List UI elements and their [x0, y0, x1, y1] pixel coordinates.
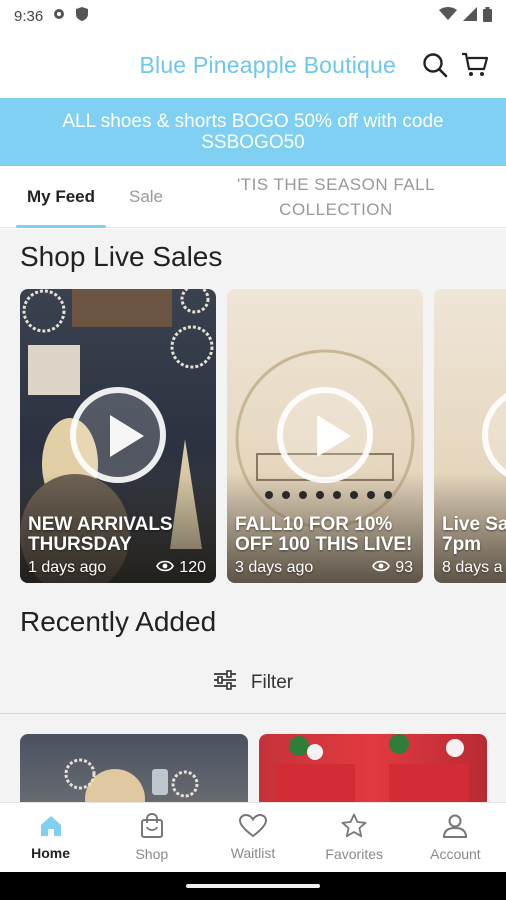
dot	[282, 491, 290, 499]
live-sale-card[interactable]: Live Sa 7pm 8 days a	[434, 289, 506, 583]
live-sales-carousel[interactable]: NEW ARRIVALS THURSDAY 1 days ago 120 FAL…	[20, 289, 506, 583]
feed-content[interactable]: Shop Live Sales NEW ARRIVALS THURSDAY 1 …	[0, 229, 506, 802]
nav-label: Shop	[135, 846, 169, 862]
tab-label: Sale	[128, 186, 164, 206]
promo-line-1: ALL shoes & shorts BOGO 50% off with cod…	[62, 111, 444, 132]
dot	[350, 491, 358, 499]
status-left: 9:36	[14, 6, 89, 26]
play-icon[interactable]	[482, 387, 506, 483]
tab-sale[interactable]: Sale	[106, 166, 186, 228]
card-meta: 1 days ago 120	[28, 559, 206, 577]
eye-icon	[156, 559, 175, 577]
card-title: Live Sa 7pm	[442, 514, 506, 555]
dot	[367, 491, 375, 499]
play-icon[interactable]	[70, 387, 166, 483]
settings-icon	[51, 6, 67, 26]
dot	[333, 491, 341, 499]
product-card[interactable]	[259, 734, 487, 802]
dot	[316, 491, 324, 499]
cell-signal-icon	[463, 7, 477, 25]
nav-favorites[interactable]: Favorites	[304, 803, 405, 872]
view-count: 93	[395, 559, 413, 576]
live-sale-card[interactable]: FALL10 FOR 10% OFF 100 THIS LIVE! 3 days…	[227, 289, 423, 583]
product-image	[64, 758, 199, 802]
tab-my-feed[interactable]: My Feed	[0, 166, 106, 228]
tab-season-collection[interactable]: 'TIS THE SEASON FALL COLLECTION	[186, 166, 486, 228]
tab-label: My Feed	[26, 186, 96, 206]
status-bar: 9:36	[0, 0, 506, 32]
section-title-live-sales: Shop Live Sales	[20, 241, 223, 272]
nav-account[interactable]: Account	[405, 803, 506, 872]
bag-icon	[139, 812, 165, 842]
eye-icon	[372, 559, 391, 577]
status-right	[439, 6, 492, 26]
heart-icon	[238, 813, 268, 841]
carousel-dots	[265, 491, 392, 499]
system-gesture-bar	[0, 872, 506, 900]
search-icon[interactable]	[418, 48, 452, 82]
card-age: 1 days ago	[28, 559, 107, 576]
home-gesture-handle[interactable]	[186, 884, 320, 888]
product-image	[275, 734, 469, 802]
view-count: 120	[179, 559, 206, 576]
nav-home[interactable]: Home	[0, 803, 101, 872]
app-header: Blue Pineapple Boutique	[0, 32, 506, 98]
dot	[299, 491, 307, 499]
filter-label: Filter	[250, 672, 294, 693]
card-age: 3 days ago	[235, 559, 314, 576]
nav-label: Home	[31, 845, 71, 861]
person-icon	[442, 813, 468, 842]
card-views: 120	[156, 559, 206, 577]
star-icon	[341, 813, 367, 842]
status-time: 9:36	[14, 7, 44, 25]
card-title: FALL10 FOR 10% OFF 100 THIS LIVE!	[235, 514, 413, 555]
battery-icon	[483, 6, 492, 26]
feed-tabs: My Feed Sale 'TIS THE SEASON FALL COLLEC…	[0, 166, 506, 228]
filter-button[interactable]: Filter	[0, 661, 506, 705]
brand-title[interactable]: Blue Pineapple Boutique	[139, 52, 396, 79]
sliders-icon	[213, 670, 237, 696]
home-icon	[38, 814, 64, 841]
dot	[265, 491, 273, 499]
wifi-icon	[439, 7, 457, 25]
card-views: 93	[372, 559, 413, 577]
section-divider	[0, 713, 506, 714]
card-meta: 3 days ago 93	[235, 559, 413, 577]
nav-waitlist[interactable]: Waitlist	[202, 803, 303, 872]
card-title: NEW ARRIVALS THURSDAY	[28, 514, 173, 555]
tab-label-line-2: COLLECTION	[279, 199, 393, 219]
card-age: 8 days a	[442, 559, 503, 576]
shield-icon	[75, 6, 89, 26]
play-icon[interactable]	[277, 387, 373, 483]
bottom-nav: Home Shop Waitlist Favorites Account	[0, 802, 506, 872]
product-card[interactable]	[20, 734, 248, 802]
dot	[384, 491, 392, 499]
card-meta: 8 days a	[442, 559, 506, 577]
promo-banner[interactable]: ALL shoes & shorts BOGO 50% off with cod…	[0, 98, 506, 166]
promo-code: SSBOGO50	[201, 132, 305, 153]
tab-label-line-1: 'TIS THE SEASON FALL	[236, 174, 436, 194]
nav-label: Account	[430, 846, 481, 862]
cart-icon[interactable]	[458, 48, 492, 82]
nav-label: Waitlist	[230, 845, 276, 861]
nav-shop[interactable]: Shop	[101, 803, 202, 872]
section-title-recently-added: Recently Added	[20, 606, 217, 637]
nav-label: Favorites	[325, 846, 383, 862]
live-sale-card[interactable]: NEW ARRIVALS THURSDAY 1 days ago 120	[20, 289, 216, 583]
